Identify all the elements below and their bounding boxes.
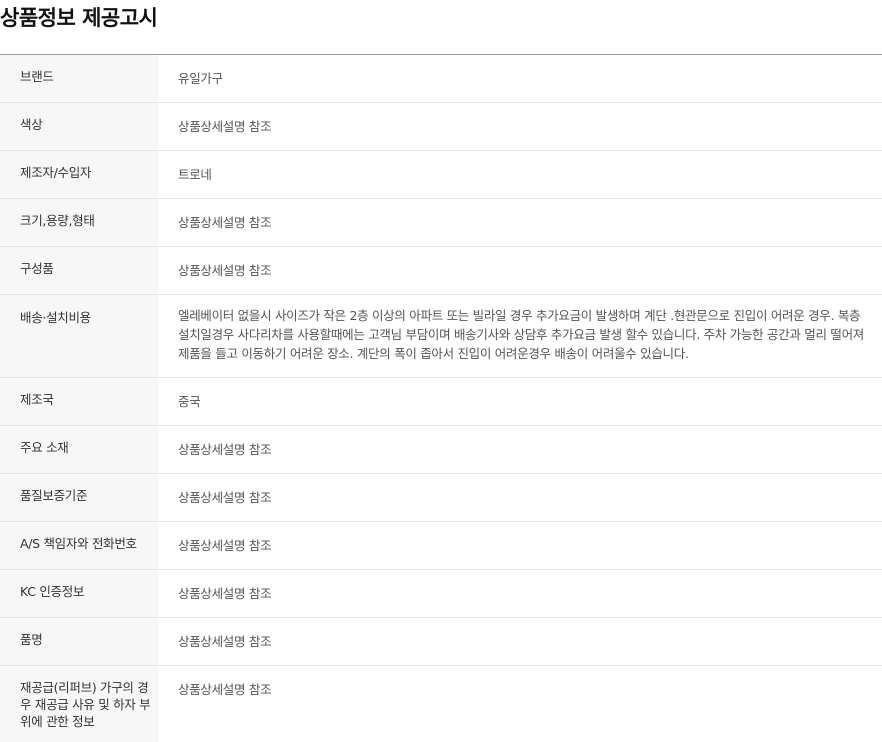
row-label: 품명 <box>0 618 158 666</box>
table-row: 색상 상품상세설명 참조 <box>0 103 882 151</box>
row-label: 색상 <box>0 103 158 151</box>
table-row: 재공급(리퍼브) 가구의 경우 재공급 사유 및 하자 부위에 관한 정보 상품… <box>0 666 882 742</box>
table-row: 브랜드 유일가구 <box>0 55 882 103</box>
row-label: 주요 소재 <box>0 426 158 474</box>
table-row: 품질보증기준 상품상세설명 참조 <box>0 474 882 522</box>
row-value: 상품상세설명 참조 <box>158 426 882 474</box>
table-row: 제조자/수입자 트로네 <box>0 151 882 199</box>
row-label: 제조국 <box>0 378 158 426</box>
table-row: KC 인증정보 상품상세설명 참조 <box>0 570 882 618</box>
row-value: 엘레베이터 없을시 사이즈가 작은 2층 이상의 아파트 또는 빌라일 경우 추… <box>158 295 882 378</box>
table-row: 구성품 상품상세설명 참조 <box>0 247 882 295</box>
row-value: 중국 <box>158 378 882 426</box>
row-value: 상품상세설명 참조 <box>158 247 882 295</box>
row-label: KC 인증정보 <box>0 570 158 618</box>
row-value: 상품상세설명 참조 <box>158 474 882 522</box>
row-value: 상품상세설명 참조 <box>158 666 882 742</box>
row-value: 상품상세설명 참조 <box>158 199 882 247</box>
row-value: 트로네 <box>158 151 882 199</box>
row-label: A/S 책임자와 전화번호 <box>0 522 158 570</box>
page-title: 상품정보 제공고시 <box>0 0 882 48</box>
row-label: 재공급(리퍼브) 가구의 경우 재공급 사유 및 하자 부위에 관한 정보 <box>0 666 158 742</box>
row-label: 배송·설치비용 <box>0 295 158 378</box>
table-row: 품명 상품상세설명 참조 <box>0 618 882 666</box>
row-value: 상품상세설명 참조 <box>158 103 882 151</box>
row-value: 유일가구 <box>158 55 882 103</box>
row-label: 품질보증기준 <box>0 474 158 522</box>
table-row: A/S 책임자와 전화번호 상품상세설명 참조 <box>0 522 882 570</box>
row-label: 브랜드 <box>0 55 158 103</box>
row-label: 크기,용량,형태 <box>0 199 158 247</box>
row-value: 상품상세설명 참조 <box>158 618 882 666</box>
row-label: 제조자/수입자 <box>0 151 158 199</box>
table-row: 주요 소재 상품상세설명 참조 <box>0 426 882 474</box>
row-label: 구성품 <box>0 247 158 295</box>
table-row: 크기,용량,형태 상품상세설명 참조 <box>0 199 882 247</box>
table-row: 제조국 중국 <box>0 378 882 426</box>
product-info-table: 브랜드 유일가구 색상 상품상세설명 참조 제조자/수입자 트로네 크기,용량,… <box>0 55 882 742</box>
row-value: 상품상세설명 참조 <box>158 570 882 618</box>
row-value: 상품상세설명 참조 <box>158 522 882 570</box>
table-row: 배송·설치비용 엘레베이터 없을시 사이즈가 작은 2층 이상의 아파트 또는 … <box>0 295 882 378</box>
